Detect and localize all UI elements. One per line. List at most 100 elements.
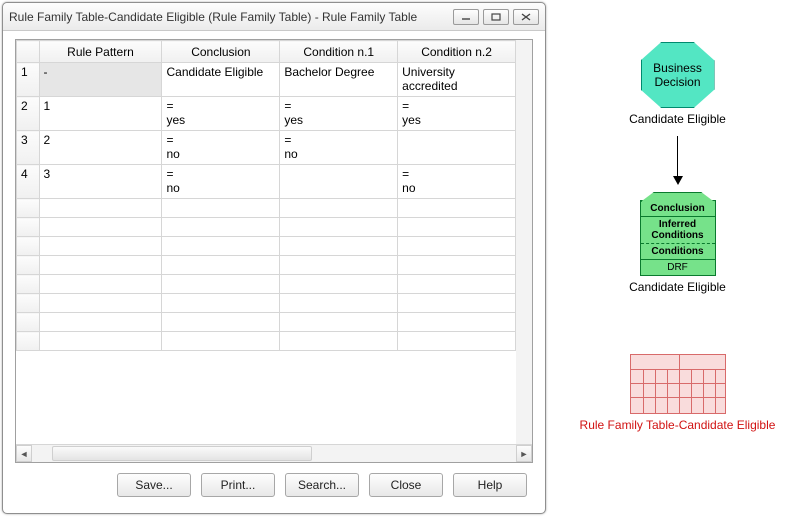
header-conclusion[interactable]: Conclusion: [162, 41, 280, 63]
table-cell-empty[interactable]: [280, 332, 398, 351]
titlebar: Rule Family Table-Candidate Eligible (Ru…: [3, 3, 545, 31]
table-row[interactable]: 1-Candidate EligibleBachelor DegreeUnive…: [17, 63, 516, 97]
table-cell[interactable]: 3: [39, 165, 162, 199]
table-cell[interactable]: = no: [398, 165, 516, 199]
table-cell[interactable]: = yes: [162, 97, 280, 131]
table-cell-empty[interactable]: [162, 275, 280, 294]
table-cell-empty[interactable]: [162, 237, 280, 256]
row-number-cell[interactable]: 1: [17, 63, 40, 97]
table-cell-empty[interactable]: [162, 313, 280, 332]
grid-container: Rule Pattern Conclusion Condition n.1 Co…: [15, 39, 533, 463]
header-condition-2[interactable]: Condition n.2: [398, 41, 516, 63]
vertical-scrollbar[interactable]: [516, 40, 532, 444]
table-cell[interactable]: = no: [280, 131, 398, 165]
header-condition-1[interactable]: Condition n.1: [280, 41, 398, 63]
table-cell-empty[interactable]: [39, 256, 162, 275]
decision-label: Candidate Eligible: [629, 112, 726, 126]
table-cell[interactable]: 1: [39, 97, 162, 131]
help-button[interactable]: Help: [453, 473, 527, 497]
save-button[interactable]: Save...: [117, 473, 191, 497]
drf-node[interactable]: Conclusion Inferred Conditions Condition…: [640, 200, 716, 276]
drf-label: Candidate Eligible: [629, 280, 726, 294]
scroll-right-arrow[interactable]: ►: [516, 445, 532, 462]
table-cell-empty[interactable]: [398, 275, 516, 294]
table-cell-empty[interactable]: [39, 275, 162, 294]
table-cell-empty[interactable]: [17, 237, 40, 256]
header-rule-pattern[interactable]: Rule Pattern: [39, 41, 162, 63]
table-row-empty[interactable]: [17, 237, 516, 256]
table-cell-empty[interactable]: [17, 332, 40, 351]
table-cell-empty[interactable]: [17, 275, 40, 294]
scroll-track[interactable]: [32, 445, 516, 462]
table-cell-empty[interactable]: [280, 199, 398, 218]
table-cell-empty[interactable]: [280, 218, 398, 237]
table-cell[interactable]: Candidate Eligible: [162, 63, 280, 97]
table-cell-empty[interactable]: [280, 237, 398, 256]
table-cell-empty[interactable]: [162, 218, 280, 237]
header-rownum[interactable]: [17, 41, 40, 63]
table-cell-empty[interactable]: [39, 218, 162, 237]
table-cell[interactable]: [280, 165, 398, 199]
scroll-left-arrow[interactable]: ◄: [16, 445, 32, 462]
business-decision-node[interactable]: Business Decision: [641, 42, 715, 108]
table-cell-empty[interactable]: [280, 275, 398, 294]
table-cell-empty[interactable]: [162, 256, 280, 275]
table-cell-empty[interactable]: [398, 294, 516, 313]
table-row-empty[interactable]: [17, 332, 516, 351]
table-cell[interactable]: = no: [162, 165, 280, 199]
table-cell-empty[interactable]: [162, 199, 280, 218]
table-row[interactable]: 43= no= no: [17, 165, 516, 199]
table-row-empty[interactable]: [17, 256, 516, 275]
table-cell-empty[interactable]: [39, 313, 162, 332]
table-cell[interactable]: = yes: [398, 97, 516, 131]
table-row[interactable]: 21= yes= yes= yes: [17, 97, 516, 131]
table-cell-empty[interactable]: [280, 256, 398, 275]
table-cell-empty[interactable]: [17, 199, 40, 218]
print-button[interactable]: Print...: [201, 473, 275, 497]
table-cell-empty[interactable]: [17, 218, 40, 237]
table-cell-empty[interactable]: [39, 237, 162, 256]
horizontal-scrollbar[interactable]: ◄ ►: [16, 444, 532, 462]
table-cell[interactable]: 2: [39, 131, 162, 165]
table-cell[interactable]: -: [39, 63, 162, 97]
diagram-panel: Business Decision Candidate Eligible Con…: [570, 42, 785, 432]
table-row-empty[interactable]: [17, 294, 516, 313]
rule-table[interactable]: Rule Pattern Conclusion Condition n.1 Co…: [16, 40, 516, 351]
search-button[interactable]: Search...: [285, 473, 359, 497]
table-cell-empty[interactable]: [39, 199, 162, 218]
table-cell-empty[interactable]: [398, 237, 516, 256]
table-cell[interactable]: University accredited: [398, 63, 516, 97]
table-cell-empty[interactable]: [280, 294, 398, 313]
table-cell[interactable]: = yes: [280, 97, 398, 131]
close-window-button[interactable]: [513, 9, 539, 25]
table-row-empty[interactable]: [17, 199, 516, 218]
row-number-cell[interactable]: 3: [17, 131, 40, 165]
table-cell[interactable]: = no: [162, 131, 280, 165]
table-cell[interactable]: Bachelor Degree: [280, 63, 398, 97]
table-cell-empty[interactable]: [398, 256, 516, 275]
row-number-cell[interactable]: 2: [17, 97, 40, 131]
table-cell[interactable]: [398, 131, 516, 165]
table-row-empty[interactable]: [17, 313, 516, 332]
table-cell-empty[interactable]: [398, 313, 516, 332]
table-cell-empty[interactable]: [162, 294, 280, 313]
table-cell-empty[interactable]: [280, 313, 398, 332]
table-cell-empty[interactable]: [398, 199, 516, 218]
table-cell-empty[interactable]: [398, 332, 516, 351]
close-button[interactable]: Close: [369, 473, 443, 497]
scroll-thumb[interactable]: [52, 446, 312, 461]
table-cell-empty[interactable]: [39, 294, 162, 313]
table-cell-empty[interactable]: [398, 218, 516, 237]
table-row-empty[interactable]: [17, 275, 516, 294]
maximize-button[interactable]: [483, 9, 509, 25]
table-cell-empty[interactable]: [17, 294, 40, 313]
rule-family-table-icon[interactable]: [630, 354, 726, 414]
minimize-button[interactable]: [453, 9, 479, 25]
table-cell-empty[interactable]: [39, 332, 162, 351]
table-cell-empty[interactable]: [17, 256, 40, 275]
table-cell-empty[interactable]: [17, 313, 40, 332]
table-row[interactable]: 32= no= no: [17, 131, 516, 165]
table-row-empty[interactable]: [17, 218, 516, 237]
table-cell-empty[interactable]: [162, 332, 280, 351]
row-number-cell[interactable]: 4: [17, 165, 40, 199]
